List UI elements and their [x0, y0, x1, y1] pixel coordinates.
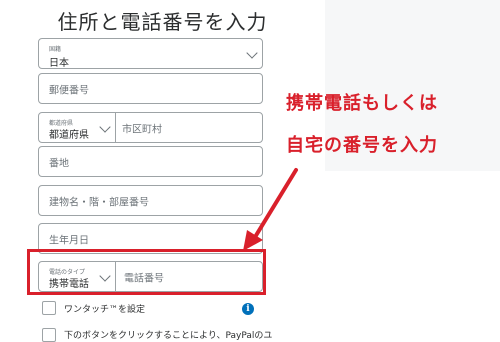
annotation-arrow — [243, 168, 298, 251]
